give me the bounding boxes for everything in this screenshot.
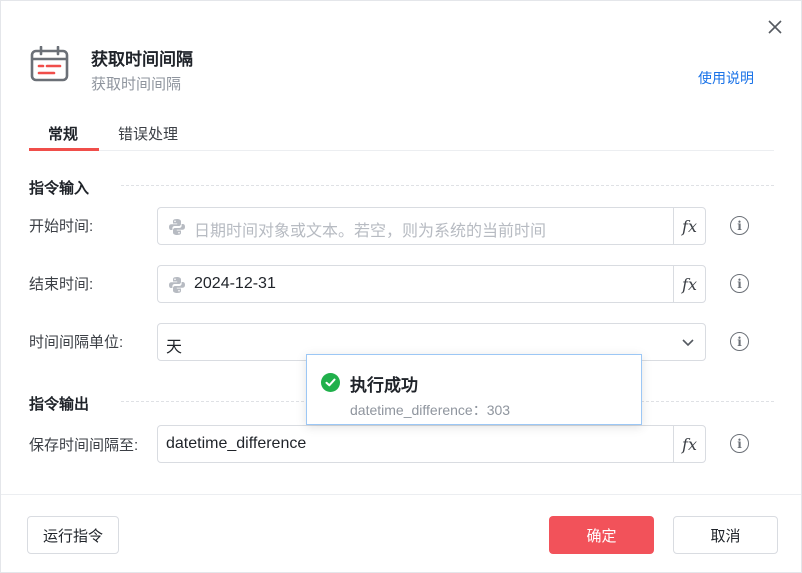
save-to-field[interactable]: datetime_difference fx xyxy=(157,425,706,463)
toast-title: 执行成功 xyxy=(350,376,418,395)
success-toast: 执行成功 datetime_difference：303 xyxy=(306,354,642,425)
end-time-field[interactable]: 2024-12-31 fx xyxy=(157,265,706,303)
check-circle-icon xyxy=(321,373,340,392)
tab-error-handling[interactable]: 错误处理 xyxy=(118,123,178,144)
help-link[interactable]: 使用说明 xyxy=(698,68,754,88)
run-command-button[interactable]: 运行指令 xyxy=(27,516,119,554)
calendar-icon xyxy=(30,46,69,82)
confirm-button[interactable]: 确定 xyxy=(549,516,654,554)
start-time-label: 开始时间: xyxy=(29,218,94,235)
section-title-input: 指令输入 xyxy=(29,180,90,197)
close-button[interactable] xyxy=(763,15,787,39)
footer-divider xyxy=(1,494,801,495)
cancel-button[interactable]: 取消 xyxy=(673,516,778,554)
save-to-value: datetime_difference xyxy=(166,435,307,452)
tab-bar: 常规 错误处理 xyxy=(29,113,774,151)
toast-message: datetime_difference：303 xyxy=(350,402,511,418)
fx-button[interactable]: fx xyxy=(673,426,705,462)
close-icon xyxy=(768,20,782,34)
dialog: 获取时间间隔 获取时间间隔 使用说明 常规 错误处理 指令输入 开始时间: 日期… xyxy=(0,0,802,573)
fx-button[interactable]: fx xyxy=(673,266,705,302)
save-to-label: 保存时间间隔至: xyxy=(29,437,139,454)
tab-general[interactable]: 常规 xyxy=(48,123,78,144)
dialog-subtitle: 获取时间间隔 xyxy=(91,76,182,93)
active-tab-indicator xyxy=(29,148,99,151)
section-divider xyxy=(121,185,774,186)
python-icon xyxy=(169,277,185,293)
info-icon[interactable]: i xyxy=(730,434,749,453)
fx-button[interactable]: fx xyxy=(673,208,705,244)
info-icon[interactable]: i xyxy=(730,332,749,351)
dialog-title: 获取时间间隔 xyxy=(91,50,193,69)
start-time-field[interactable]: 日期时间对象或文本。若空，则为系统的当前时间 fx xyxy=(157,207,706,245)
info-icon[interactable]: i xyxy=(730,216,749,235)
start-time-placeholder: 日期时间对象或文本。若空，则为系统的当前时间 xyxy=(194,223,547,240)
chevron-down-icon xyxy=(682,339,694,347)
end-time-value: 2024-12-31 xyxy=(194,275,276,292)
python-icon xyxy=(169,219,185,235)
end-time-label: 结束时间: xyxy=(29,276,94,293)
info-icon[interactable]: i xyxy=(730,274,749,293)
unit-label: 时间间隔单位: xyxy=(29,334,124,351)
unit-value: 天 xyxy=(166,339,183,356)
section-title-output: 指令输出 xyxy=(29,396,90,413)
